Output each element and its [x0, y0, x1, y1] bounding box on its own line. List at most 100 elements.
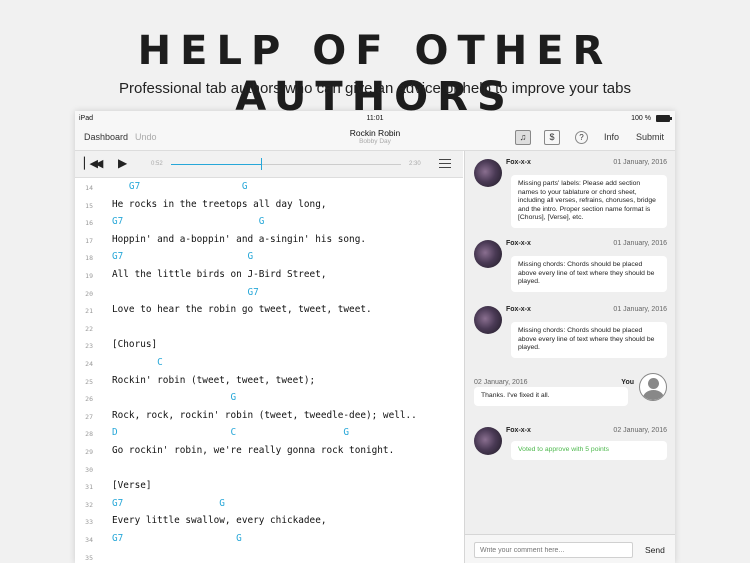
tab-line[interactable]: 33 Every little swallow, every chickadee,	[75, 513, 463, 531]
line-number: 31	[85, 483, 93, 492]
headline: HELP OF OTHER AUTHORS	[137, 28, 613, 120]
lyric-line: Hoppin' and a-boppin' and a-singin' his …	[112, 233, 366, 245]
author-avatar[interactable]	[474, 240, 502, 268]
lyric-line: Rock, rock, rockin' robin (tweet, tweedl…	[112, 409, 417, 421]
send-button[interactable]: Send	[645, 545, 665, 555]
chord-line: G7 G	[112, 533, 242, 544]
comment-date: 02 January, 2016	[613, 427, 667, 434]
comment-date: 01 January, 2016	[613, 240, 667, 247]
tab-line[interactable]: 25 Rockin' robin (tweet, tweet, tweet);	[75, 373, 463, 391]
tab-line[interactable]: 20 G7	[75, 285, 463, 303]
line-number: 20	[85, 289, 93, 298]
comment-input[interactable]	[474, 542, 633, 558]
line-number: 25	[85, 377, 93, 386]
comment-author: Fox-x-x	[506, 159, 531, 166]
submit-button[interactable]: Submit	[636, 132, 664, 142]
line-number: 30	[85, 465, 93, 474]
line-number: 18	[85, 254, 93, 263]
lyric-line: [Verse]	[112, 480, 152, 492]
comment-date: 02 January, 2016	[474, 379, 528, 386]
tab-line[interactable]: 32 G7 G	[75, 496, 463, 514]
comment-icon[interactable]: $	[544, 130, 560, 145]
tab-line[interactable]: 17 Hoppin' and a-boppin' and a-singin' hi…	[75, 232, 463, 250]
comment-author: Fox-x-x	[506, 240, 531, 247]
lyric-line: Every little swallow, every chickadee,	[112, 515, 327, 527]
tab-line[interactable]: 29 Go rockin' robin, we're really gonna r…	[75, 443, 463, 461]
chord-line: G7 G	[112, 251, 254, 263]
comment-date: 01 January, 2016	[613, 159, 667, 166]
tab-line[interactable]: 19 All the little birds on J-Bird Street,	[75, 267, 463, 285]
comment-author: You	[621, 379, 634, 386]
tab-line[interactable]: 35	[75, 549, 463, 563]
comments-panel: Fox-x-x 02 January, 2016 Voted to approve …	[464, 151, 675, 563]
comment-bubble: Missing chords: Chords should be placed …	[511, 322, 667, 358]
comment-author: Fox-x-x	[506, 427, 531, 434]
tab-line[interactable]: 28 D C G	[75, 425, 463, 443]
lyric-line: All the little birds on J-Bird Street,	[112, 269, 327, 280]
author-avatar[interactable]	[474, 159, 502, 187]
tab-line[interactable]: 34 G7 G	[75, 531, 463, 549]
author-avatar[interactable]	[474, 306, 502, 334]
chord-line: G	[112, 392, 237, 404]
tab-line[interactable]: 18 G7 G	[75, 249, 463, 267]
lyric-line: Rockin' robin (tweet, tweet, tweet);	[112, 374, 316, 386]
rewind-icon[interactable]: ▏◀◀	[84, 157, 103, 170]
line-number: 24	[85, 360, 93, 368]
battery-icon	[656, 115, 672, 122]
tab-line[interactable]: 22	[75, 320, 463, 338]
tab-line[interactable]: 30	[75, 461, 463, 479]
progress-fill	[171, 164, 261, 165]
lyric-line: He rocks in the treetops all day long,	[112, 198, 327, 210]
tab-line[interactable]: 14 G7 G	[75, 179, 463, 197]
comment-bubble: Missing parts' labels: Please add sectio…	[511, 175, 667, 228]
comment-composer: Send	[465, 534, 675, 563]
line-number: 32	[85, 500, 93, 509]
tab-line[interactable]: 31 [Verse]	[75, 478, 463, 496]
tab-line[interactable]: 16 G7 G	[75, 214, 463, 232]
tab-line[interactable]: 15 He rocks in the treetops all day long,	[75, 197, 463, 215]
chord-line: G7 G	[112, 216, 265, 228]
chord-line: D C G	[112, 427, 350, 439]
progress-thumb[interactable]	[260, 158, 262, 170]
play-icon[interactable]: ▶	[118, 156, 127, 170]
list-menu-icon[interactable]	[439, 159, 451, 168]
subheadline: Professional tab authors who can give an…	[119, 80, 631, 97]
lyric-line: Love to hear the robin go tweet, tweet, …	[112, 304, 372, 316]
line-number: 16	[85, 219, 93, 228]
tab-line[interactable]: 21 Love to hear the robin go tweet, tweet…	[75, 302, 463, 320]
author-avatar[interactable]	[474, 427, 502, 455]
status-bar: iPad 11:01 100 %	[75, 111, 675, 126]
tab-editor[interactable]: 14 G7 G 15 He rocks in the treetops all da…	[75, 179, 463, 563]
line-number: 27	[85, 412, 93, 421]
line-number: 22	[85, 324, 93, 333]
info-button[interactable]: Info	[604, 132, 619, 142]
tab-line[interactable]: 26 G	[75, 390, 463, 408]
chord-line: G7 G	[112, 181, 248, 192]
tab-line[interactable]: 24 C	[75, 355, 463, 373]
user-avatar-icon[interactable]	[639, 373, 667, 401]
tab-line[interactable]: 27 Rock, rock, rockin' robin (tweet, twee…	[75, 408, 463, 426]
line-number: 17	[85, 236, 93, 245]
help-icon[interactable]: ?	[575, 131, 588, 144]
line-number: 15	[85, 201, 93, 210]
line-number: 23	[85, 342, 93, 351]
audio-player: ▏◀◀ ▶ 0:52 2:30	[75, 151, 463, 178]
comment-bubble: Voted to approve with 5 points	[511, 441, 667, 460]
line-number: 29	[85, 448, 93, 456]
current-time: 0:52	[151, 161, 163, 167]
tab-line[interactable]: 23 [Chorus]	[75, 337, 463, 355]
line-number: 34	[85, 536, 93, 544]
chord-line: G7	[112, 286, 259, 298]
ipad-screen: iPad 11:01 100 % Dashboard Undo Rockin R…	[75, 111, 675, 563]
line-number: 21	[85, 307, 93, 316]
line-number: 35	[85, 553, 93, 562]
status-time: 11:01	[366, 115, 384, 122]
comment-date: 01 January, 2016	[613, 306, 667, 313]
line-number: 33	[85, 518, 93, 527]
navigation-bar: Dashboard Undo Rockin Robin Bobby Day ♫ …	[75, 126, 675, 151]
comment-bubble: Missing chords: Chords should be placed …	[511, 256, 667, 292]
music-note-icon[interactable]: ♫	[515, 130, 531, 145]
line-number: 28	[85, 430, 93, 439]
line-number: 14	[85, 184, 93, 192]
chord-line: G7 G	[112, 497, 225, 509]
